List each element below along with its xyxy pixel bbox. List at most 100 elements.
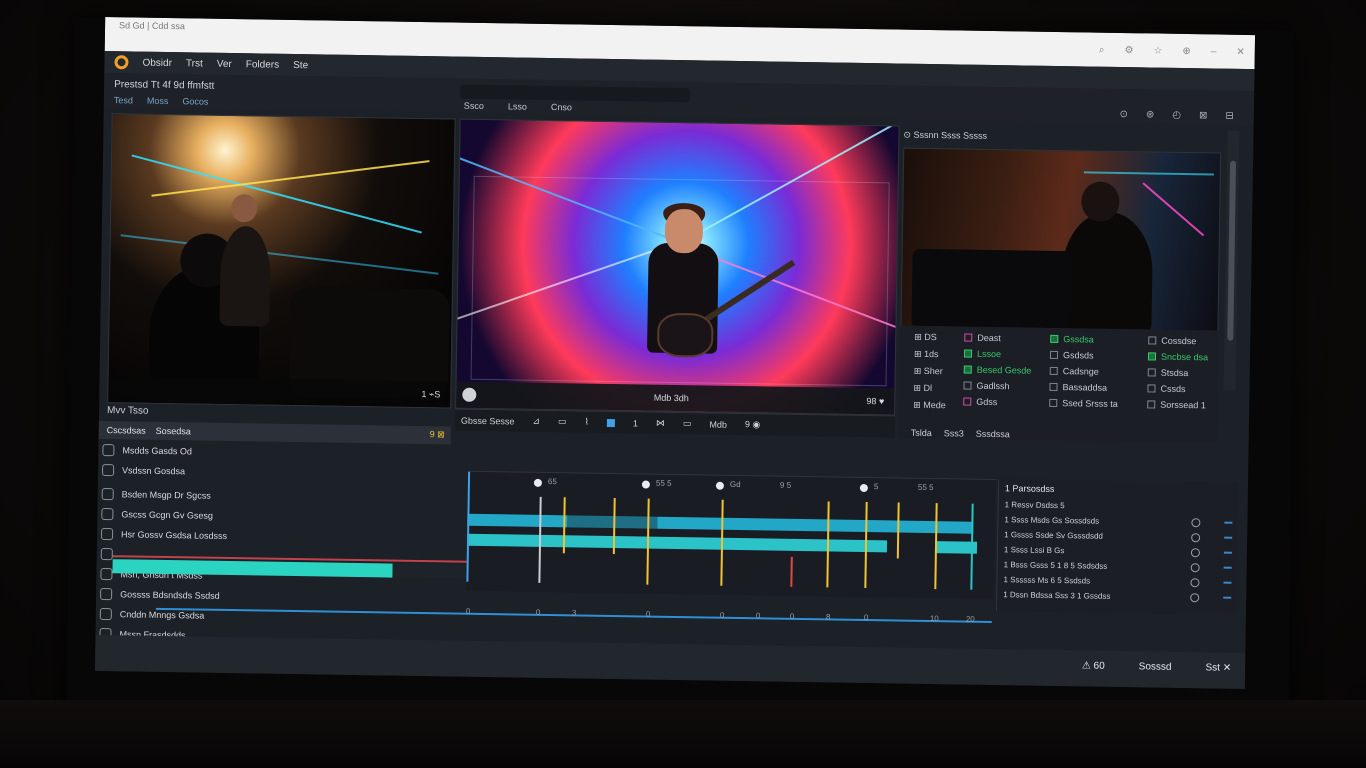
source-monitor-bar: 1 ⌁S bbox=[108, 376, 451, 408]
video-clip[interactable] bbox=[657, 516, 974, 534]
track-icon bbox=[102, 444, 115, 457]
setting-item[interactable]: ⊞ Sher bbox=[914, 366, 947, 378]
center-tab-1[interactable]: Ssco bbox=[464, 101, 484, 111]
layout-icon[interactable]: ⊟ bbox=[1225, 111, 1234, 122]
ruler-label: 55 5 bbox=[917, 482, 934, 493]
footer-button[interactable]: Sosssd bbox=[1139, 661, 1172, 673]
track-row[interactable]: Gossss Bdsndsds Ssdsd bbox=[100, 585, 220, 605]
setting-item[interactable]: ⊞ DS bbox=[914, 332, 947, 344]
app-screen: Sd Gd | Cdd ssa ⌕ ⚙ ☆ ⊕ – ✕ Obsidr Trst … bbox=[94, 17, 1256, 689]
volume-label[interactable]: 9 ◉ bbox=[745, 419, 761, 430]
snap-toggle[interactable] bbox=[606, 418, 615, 427]
track-row[interactable]: Gscss Gcgn Gv Gsesg bbox=[101, 505, 213, 525]
video-clip[interactable] bbox=[466, 533, 888, 553]
clip-icon[interactable]: ▭ bbox=[558, 416, 567, 427]
source-monitor[interactable]: 1 ⌁S bbox=[107, 113, 456, 409]
effects-tab[interactable]: Tslda bbox=[911, 428, 932, 438]
menu-item-2[interactable]: Ver bbox=[217, 58, 232, 69]
effects-tab[interactable]: Sss3 bbox=[944, 428, 964, 438]
setting-check[interactable]: Deast bbox=[964, 333, 1032, 344]
setting-check[interactable]: Bassaddsa bbox=[1049, 382, 1118, 393]
browser-tabs[interactable]: Sd Gd | Cdd ssa bbox=[119, 20, 185, 31]
timeline[interactable]: 65 55 5 Gd 9 5 5 55 5 bbox=[466, 470, 997, 600]
tracks-tab[interactable]: Cscsdsas bbox=[107, 425, 146, 436]
track-icon bbox=[101, 508, 114, 521]
keyframe[interactable] bbox=[533, 478, 543, 487]
center-tab-3[interactable]: Cnso bbox=[551, 102, 572, 112]
play-icon[interactable] bbox=[462, 387, 477, 402]
effects-tab[interactable]: Sssdssa bbox=[976, 429, 1010, 440]
ruler-label: 9 5 bbox=[779, 480, 792, 490]
setting-check[interactable]: Sncbse dsa bbox=[1147, 351, 1208, 362]
track-row[interactable]: Bsden Msgp Dr Sgcss bbox=[101, 485, 211, 505]
setting-check[interactable]: Besed Gesde bbox=[963, 365, 1031, 376]
settings-icon[interactable]: ⚙ bbox=[1124, 45, 1133, 56]
keyframe[interactable] bbox=[715, 481, 724, 490]
toolbar-right-icons: ⊙ ⊛ ◴ ⊠ ⊟ bbox=[1119, 109, 1233, 122]
property-row[interactable]: 1 Dssn Bdssa Sss 3 1 Gssdss bbox=[1003, 587, 1232, 605]
setting-item[interactable]: ⊞ Mede bbox=[913, 400, 946, 412]
playhead[interactable] bbox=[466, 471, 471, 582]
extension-icon[interactable]: ⊕ bbox=[1182, 46, 1191, 57]
audio-gap bbox=[392, 563, 469, 579]
setting-check[interactable]: Gsdsds bbox=[1049, 350, 1119, 361]
timecode-field[interactable] bbox=[459, 84, 691, 103]
program-monitor[interactable]: Mdb 3dh 98 ♥ bbox=[455, 118, 900, 416]
app-logo-icon bbox=[114, 55, 129, 70]
frame-icon[interactable]: ▭ bbox=[683, 418, 692, 429]
setting-check[interactable]: Cssds bbox=[1147, 383, 1207, 394]
menu-item-3[interactable]: Folders bbox=[246, 59, 280, 71]
close-icon[interactable]: ✕ bbox=[1236, 47, 1245, 58]
tab-3[interactable]: Gocos bbox=[182, 96, 208, 106]
effects-caption: Tslda Sss3 Sssdssa bbox=[911, 428, 1010, 440]
track-row[interactable]: Hsr Gossv Gsdsa Losdsss bbox=[100, 525, 227, 545]
razor-icon[interactable]: ⊿ bbox=[532, 416, 540, 427]
menu-item-1[interactable]: Trst bbox=[186, 58, 203, 69]
target-icon[interactable]: ⊛ bbox=[1146, 109, 1155, 120]
search-icon[interactable]: ⌕ bbox=[1099, 45, 1105, 56]
tracks-tab[interactable]: Sosedsa bbox=[156, 426, 191, 437]
setting-check[interactable]: Ssed Srsss ta bbox=[1049, 398, 1118, 409]
tab-2[interactable]: Moss bbox=[147, 96, 169, 106]
knob-icon bbox=[1190, 547, 1201, 557]
keyframe[interactable] bbox=[641, 480, 650, 489]
secondary-monitor[interactable] bbox=[900, 147, 1222, 333]
timeline-ruler[interactable]: 65 55 5 Gd 9 5 5 55 5 bbox=[468, 472, 996, 498]
footer-close-button[interactable]: Sst ✕ bbox=[1205, 662, 1231, 673]
grid-icon[interactable]: ⊠ bbox=[1199, 110, 1208, 121]
setting-item[interactable]: ⊞ Dl bbox=[913, 383, 946, 395]
warning-indicator[interactable]: ⚠ 60 bbox=[1082, 660, 1105, 671]
center-tab-2[interactable]: Lsso bbox=[508, 101, 527, 111]
setting-check[interactable]: Gssdsa bbox=[1050, 334, 1119, 345]
clock-icon[interactable]: ◴ bbox=[1172, 110, 1181, 121]
video-clip[interactable] bbox=[467, 513, 568, 528]
program-right-label: 98 ♥ bbox=[866, 396, 885, 407]
menu-item-4[interactable]: Ste bbox=[293, 59, 308, 70]
transport-label: Gbsse Sesse bbox=[460, 415, 515, 426]
settings-col-1: ⊞ DS ⊞ 1ds ⊞ Sher ⊞ Dl ⊞ Mede bbox=[913, 332, 947, 412]
setting-item[interactable]: ⊞ 1ds bbox=[914, 349, 947, 361]
track-row[interactable]: Vsdssn Gosdsa bbox=[101, 461, 185, 480]
track-row[interactable]: Msdds Gasds Od bbox=[102, 441, 192, 460]
knob-icon bbox=[1191, 532, 1201, 542]
minimize-icon[interactable]: – bbox=[1211, 46, 1217, 57]
tracks-badge[interactable]: 9 ⊠ bbox=[430, 429, 445, 440]
star-icon[interactable]: ☆ bbox=[1153, 45, 1162, 56]
source-monitor-label: 1 ⌁S bbox=[421, 388, 441, 399]
setting-check[interactable]: Cossdse bbox=[1148, 335, 1208, 346]
desk-surface bbox=[0, 700, 1366, 768]
program-timecode: Mdb 3dh bbox=[653, 392, 689, 404]
setting-check[interactable]: Sorssead 1 bbox=[1147, 399, 1207, 410]
link-icon[interactable]: ⋈ bbox=[656, 418, 665, 429]
setting-check[interactable]: Gadlssh bbox=[963, 381, 1031, 392]
tab-1[interactable]: Tesd bbox=[114, 95, 133, 105]
setting-check[interactable]: Cadsnge bbox=[1049, 366, 1119, 377]
setting-check[interactable]: Gdss bbox=[963, 397, 1031, 408]
knob-icon bbox=[1190, 592, 1200, 602]
right-scrollbar[interactable] bbox=[1223, 130, 1240, 391]
setting-check[interactable]: Stsdsa bbox=[1147, 367, 1208, 378]
marker-icon[interactable]: ⌇ bbox=[584, 417, 589, 428]
record-icon[interactable]: ⊙ bbox=[1119, 109, 1128, 120]
setting-check[interactable]: Lssoe bbox=[963, 349, 1032, 360]
keyframe[interactable] bbox=[859, 483, 868, 493]
